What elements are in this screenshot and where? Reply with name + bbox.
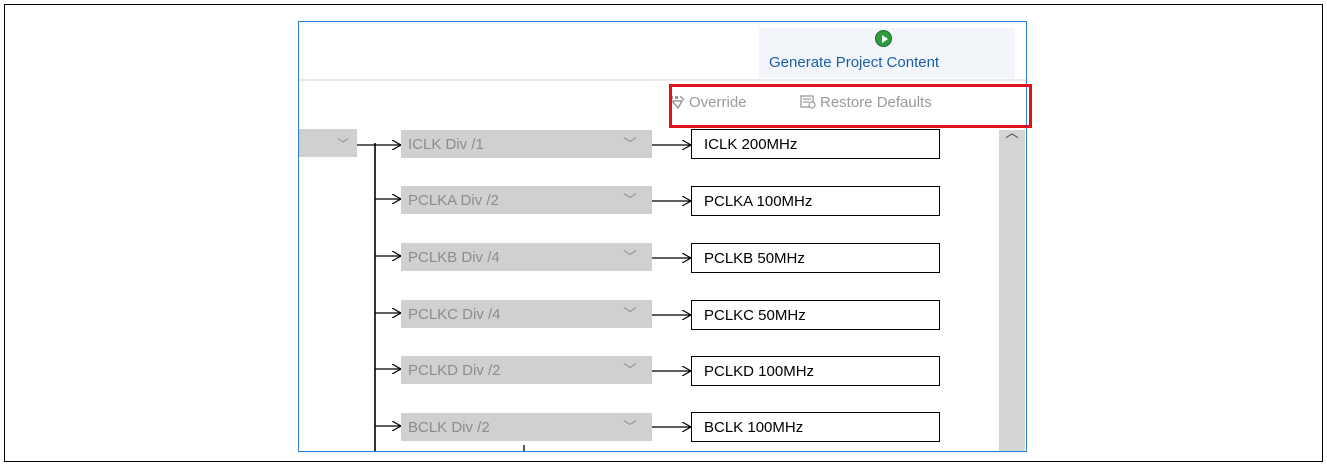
pclkc-divider-select[interactable]: PCLKC Div /4 ﹀: [401, 300, 652, 328]
chevron-down-icon: ﹀: [623, 192, 637, 208]
chevron-down-icon: ﹀: [623, 306, 637, 322]
chevron-down-icon: ﹀: [623, 249, 637, 265]
pclkd-divider-value: PCLKD Div /2: [408, 362, 501, 379]
bclk-divider-value: BCLK Div /2: [408, 419, 490, 436]
iclk-output-box: ICLK 200MHz: [691, 129, 940, 159]
chevron-down-icon: ﹀: [623, 362, 637, 378]
vertical-scrollbar[interactable]: [999, 130, 1025, 451]
pclka-output-value: PCLKA 100MHz: [704, 193, 813, 210]
chevron-down-icon: ﹀: [623, 136, 637, 152]
iclk-divider-value: ICLK Div /1: [408, 136, 484, 153]
pclkb-divider-value: PCLKB Div /4: [408, 249, 500, 266]
pclkc-output-value: PCLKC 50MHz: [704, 307, 806, 324]
pclka-divider-select[interactable]: PCLKA Div /2 ﹀: [401, 186, 652, 214]
pclkb-output-value: PCLKB 50MHz: [704, 250, 805, 267]
chevron-down-icon: ﹀: [623, 419, 637, 435]
pclka-output-box: PCLKA 100MHz: [691, 186, 940, 216]
highlight-box: [669, 84, 1032, 128]
pclkc-divider-value: PCLKC Div /4: [408, 306, 501, 323]
iclk-output-value: ICLK 200MHz: [704, 136, 798, 153]
pclkd-output-box: PCLKD 100MHz: [691, 356, 940, 386]
bclk-output-value: BCLK 100MHz: [704, 419, 804, 436]
pclkd-output-value: PCLKD 100MHz: [704, 363, 815, 380]
bclk-divider-select[interactable]: BCLK Div /2 ﹀: [401, 413, 652, 441]
bclk-output-box: BCLK 100MHz: [691, 412, 940, 442]
pclkd-divider-select[interactable]: PCLKD Div /2 ﹀: [401, 356, 652, 384]
iclk-divider-select[interactable]: ICLK Div /1 ﹀: [401, 130, 652, 158]
pclka-divider-value: PCLKA Div /2: [408, 192, 499, 209]
pclkc-output-box: PCLKC 50MHz: [691, 300, 940, 330]
pclkb-output-box: PCLKB 50MHz: [691, 243, 940, 273]
scroll-up-arrow-icon[interactable]: ︿: [1002, 126, 1022, 140]
pclkb-divider-select[interactable]: PCLKB Div /4 ﹀: [401, 243, 652, 271]
